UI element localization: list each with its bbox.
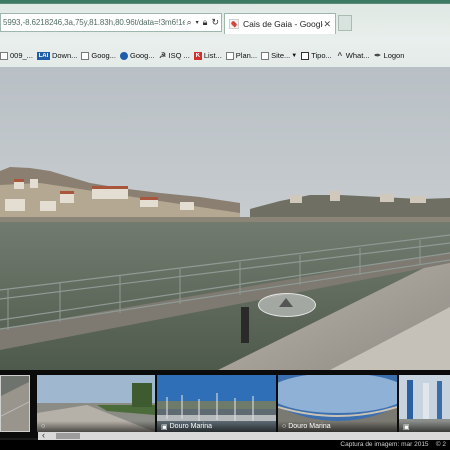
bookmark-label: 009_... xyxy=(10,51,33,60)
filmstrip-thumb-street[interactable]: ○ xyxy=(37,375,155,432)
window-accent-bar xyxy=(0,0,450,3)
bookmark-isq[interactable]: ☭ ISQ ... xyxy=(159,51,190,60)
bookmark-logon[interactable]: ✒ Logon xyxy=(374,51,405,60)
bookmark-what[interactable]: ^ What... xyxy=(336,51,370,60)
new-tab-button[interactable] xyxy=(338,15,352,31)
bookmark-list[interactable]: K List... xyxy=(193,51,222,60)
filmstrip-scrollbar[interactable]: ‹ xyxy=(38,430,450,440)
bookmark-label: Plan... xyxy=(235,51,258,60)
thumb-caption-text: Douro Marina xyxy=(288,423,331,430)
doc-icon xyxy=(301,51,310,60)
bookmark-label: Goog... xyxy=(91,51,116,60)
bookmark-site[interactable]: Site... ▼ xyxy=(261,51,297,60)
move-forward-arrow-icon[interactable] xyxy=(279,298,293,307)
tab-cais-de-gaia[interactable]: Cais de Gaia - Google Maps ✕ xyxy=(224,13,336,34)
ks-icon: K xyxy=(193,51,202,60)
bookmark-label: What... xyxy=(345,51,370,60)
thumb-caption: ▣ xyxy=(399,421,450,432)
camera-icon: ▣ xyxy=(403,423,410,431)
panorama-icon: ○ xyxy=(282,423,287,430)
street-view-image xyxy=(0,67,450,370)
camera-icon: ▣ xyxy=(161,423,168,431)
bookmark-goog-1[interactable]: Goog... xyxy=(81,51,116,60)
footer-text: Captura de imagem: mar 2015 © 2 xyxy=(340,440,446,450)
bookmark-plan[interactable]: Plan... xyxy=(225,51,258,60)
scrollbar-thumb[interactable] xyxy=(56,433,80,439)
scroll-left-arrow-icon[interactable]: ‹ xyxy=(42,430,45,440)
capture-date: Captura de imagem: mar 2015 xyxy=(340,441,429,448)
street-view-icon: ○ xyxy=(41,423,46,430)
ghost-icon: ☭ xyxy=(159,51,167,60)
magnifier-icon[interactable]: ⌕ xyxy=(187,18,192,27)
bookmark-label: List... xyxy=(203,51,222,60)
globe-icon xyxy=(119,51,128,60)
bookmark-label: Down... xyxy=(51,51,78,60)
thumb-caption-text: Douro Marina xyxy=(169,423,213,430)
wave-icon: ^ xyxy=(337,51,343,60)
copyright: © 2 xyxy=(435,441,446,448)
lai-icon: LAI xyxy=(36,51,50,60)
thumb-image xyxy=(1,376,29,431)
filmstrip-thumb-marina[interactable]: ▣ Douro Marina xyxy=(157,375,276,432)
lock-icon[interactable]: 🔒︎ xyxy=(203,18,208,27)
address-bar[interactable]: 5993,-8.6218246,3a,75y,81.83h,80.96t/dat… xyxy=(0,13,222,32)
pier-pillar xyxy=(241,307,249,343)
thumb-caption: ▣ Douro Marina xyxy=(157,421,276,432)
tab-title: Cais de Gaia - Google Maps xyxy=(243,19,323,29)
page-icon xyxy=(225,51,234,60)
far-quay xyxy=(0,217,450,222)
street-view-panorama[interactable] xyxy=(0,67,450,370)
address-url[interactable]: 5993,-8.6218246,3a,75y,81.83h,80.96t/dat… xyxy=(1,18,185,27)
page-icon xyxy=(81,51,90,60)
bookmark-label: Tipo... xyxy=(311,51,332,60)
filmstrip-thumb-panorama[interactable]: ○ Douro Marina xyxy=(278,375,397,432)
chevron-down-icon: ▼ xyxy=(291,52,298,59)
thumb-caption: ○ Douro Marina xyxy=(278,421,397,432)
google-maps-favicon-icon xyxy=(229,19,239,29)
bookmark-goog-2[interactable]: Goog... xyxy=(119,51,155,60)
bookmark-label: Site... xyxy=(271,51,291,60)
page-icon xyxy=(0,51,8,60)
bookmark-label: Goog... xyxy=(129,51,155,60)
filmstrip-thumb-partial[interactable]: ▣ xyxy=(399,375,450,432)
bookmark-down[interactable]: LAI Down... xyxy=(36,51,78,60)
thumb-caption: ○ xyxy=(37,421,155,432)
bookmark-label: Logon xyxy=(383,51,405,60)
dropdown-caret-icon[interactable]: ▾ xyxy=(196,20,199,26)
close-tab-icon[interactable]: ✕ xyxy=(323,19,331,30)
page-icon xyxy=(261,51,270,60)
bookmarks-bar: 009_... LAI Down... Goog... Goog... ☭ IS… xyxy=(0,47,450,64)
bookmark-label: ISQ ... xyxy=(168,51,190,60)
footer-bar: Captura de imagem: mar 2015 © 2 xyxy=(0,440,450,450)
refresh-icon[interactable]: ↻ xyxy=(211,18,219,27)
bookmark-tipo[interactable]: Tipo... xyxy=(301,51,332,60)
logon-icon: ✒ xyxy=(374,51,381,60)
filmstrip-thumb-current[interactable] xyxy=(0,375,30,432)
bookmark-009[interactable]: 009_... xyxy=(0,51,33,60)
